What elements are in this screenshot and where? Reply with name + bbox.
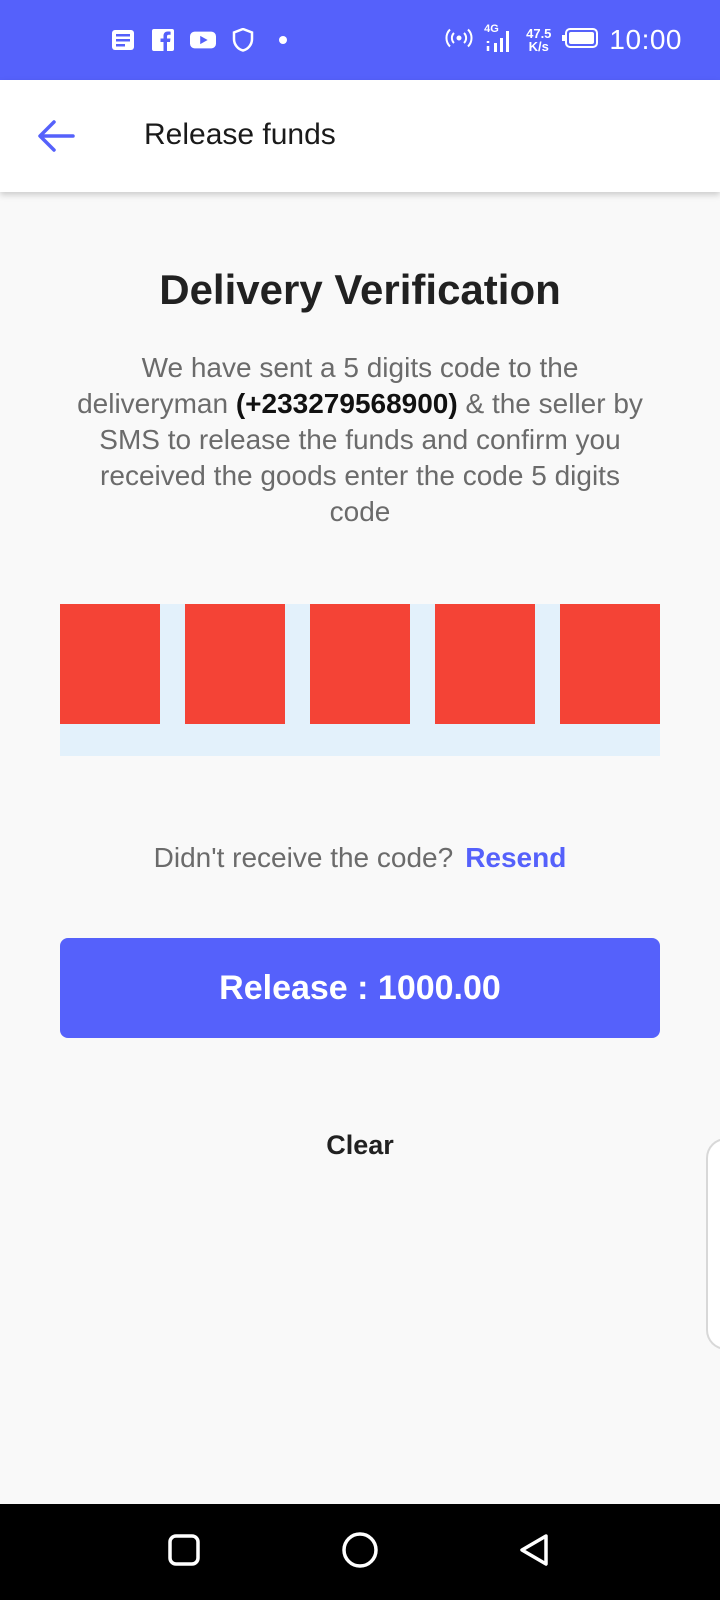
app-bar: Release funds	[0, 80, 720, 192]
notification-icons	[110, 26, 296, 54]
battery-icon	[561, 27, 599, 54]
speed-unit: K/s	[528, 39, 549, 54]
verification-heading: Delivery Verification	[159, 266, 561, 313]
resend-prompt: Didn't receive the code?	[153, 842, 454, 873]
hotspot-icon	[444, 26, 474, 55]
arrow-left-icon	[37, 119, 75, 158]
navigation-bar	[0, 1504, 720, 1600]
resend-row: Didn't receive the code? Resend	[0, 842, 720, 874]
page-title: Release funds	[144, 118, 336, 151]
system-indicators: 4G 47.5 K/s 10:00	[444, 20, 682, 60]
resend-link[interactable]: Resend	[465, 842, 566, 873]
back-triangle-icon	[517, 1532, 551, 1573]
otp-digit-box-1[interactable]	[60, 604, 160, 724]
facebook-icon	[150, 27, 176, 53]
otp-code-input	[60, 604, 660, 756]
back-button[interactable]	[30, 112, 82, 164]
dot-icon	[270, 27, 296, 53]
otp-digit-box-4[interactable]	[435, 604, 535, 724]
recents-square-icon	[167, 1533, 201, 1572]
shield-icon	[230, 27, 256, 53]
news-icon	[110, 27, 136, 53]
edge-panel-handle[interactable]	[706, 1138, 720, 1350]
verification-description: We have sent a 5 digits code to the deli…	[70, 350, 650, 530]
otp-digit-box-3[interactable]	[310, 604, 410, 724]
otp-digit-box-2[interactable]	[185, 604, 285, 724]
release-button[interactable]: Release : 1000.00	[60, 938, 660, 1038]
signal-icon: 4G	[484, 23, 516, 55]
back-nav-button[interactable]	[514, 1532, 554, 1572]
clock: 10:00	[609, 24, 682, 55]
home-button[interactable]	[340, 1531, 380, 1574]
status-bar: 4G 47.5 K/s 10:00	[0, 0, 720, 80]
network-speed: 47.5 K/s	[526, 27, 551, 53]
deliveryman-phone: (+233279568900)	[235, 388, 458, 419]
home-circle-icon	[341, 1531, 379, 1574]
youtube-icon	[190, 27, 216, 53]
clear-button[interactable]: Clear	[300, 1130, 420, 1170]
recents-button[interactable]	[164, 1532, 204, 1572]
otp-digit-box-5[interactable]	[560, 604, 660, 724]
